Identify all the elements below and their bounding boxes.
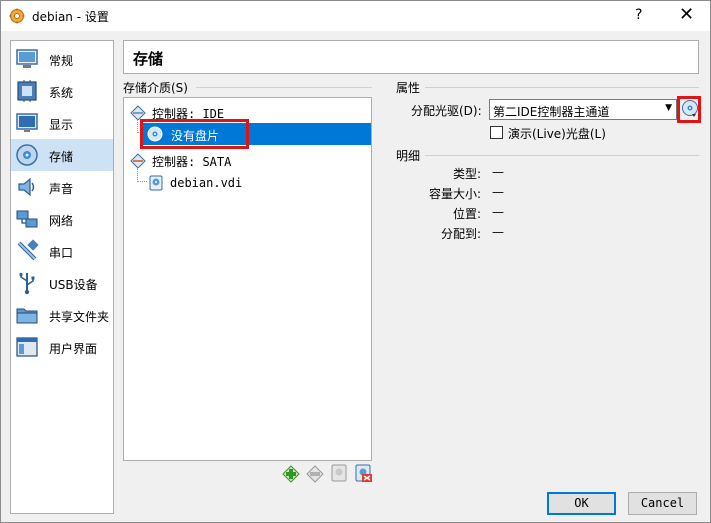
sidebar-item-usb[interactable]: USB设备 [11, 267, 113, 299]
tree-connector [137, 168, 147, 182]
cancel-button[interactable]: Cancel [628, 492, 697, 515]
attributes-section-label: 属性 [396, 81, 421, 95]
page-title: 存储 [133, 50, 164, 68]
tree-item-label: 控制器: SATA [152, 155, 232, 169]
serial-port-icon [17, 239, 39, 261]
general-icon [16, 49, 38, 68]
detail-key: 类型: [452, 167, 481, 181]
storage-tree[interactable]: 控制器: IDE 没有盘片 控制器: SATA debian.vdi [123, 97, 372, 461]
sidebar-item-label: 网络 [49, 214, 74, 228]
detail-value: — [492, 165, 504, 179]
section-divider [196, 87, 372, 88]
page-header: 存储 [123, 40, 699, 74]
help-button[interactable]: ? [635, 7, 642, 23]
sidebar-item-label: 显示 [49, 118, 74, 132]
sidebar-item-label: 声音 [49, 182, 74, 196]
virtualbox-settings-icon [9, 8, 25, 24]
sidebar-item-label: USB设备 [49, 278, 98, 292]
network-icon [16, 210, 38, 228]
hard-disk-icon [149, 175, 163, 191]
detail-value: — [492, 225, 504, 239]
sidebar-item-serial-port[interactable]: 串口 [11, 235, 113, 267]
optical-drive-value: 第二IDE控制器主通道 [493, 105, 610, 119]
user-interface-icon [16, 337, 38, 357]
live-cd-checkbox[interactable] [490, 126, 503, 139]
sidebar-item-label: 常规 [49, 54, 74, 68]
window-title: debian - 设置 [32, 10, 109, 24]
live-cd-label: 演示(Live)光盘(L) [508, 127, 606, 141]
detail-key: 分配到: [440, 227, 481, 241]
drive-label: 分配光驱(D): [411, 104, 482, 118]
ok-button[interactable]: OK [547, 492, 616, 515]
sidebar-item-system[interactable]: 系统 [11, 75, 113, 107]
remove-attachment-icon[interactable] [353, 463, 373, 483]
shared-folder-icon [16, 308, 38, 324]
title-bar: debian - 设置 ? ✕ [1, 1, 710, 31]
display-icon [16, 113, 38, 132]
usb-icon [19, 272, 35, 295]
sidebar-item-network[interactable]: 网络 [11, 203, 113, 235]
add-attachment-icon[interactable] [329, 463, 349, 483]
sidebar-item-user-interface[interactable]: 用户界面 [11, 331, 113, 363]
controller-icon [130, 105, 146, 120]
section-divider [425, 155, 699, 156]
tree-item-debian-vdi[interactable]: debian.vdi [148, 172, 348, 194]
audio-icon [18, 177, 35, 197]
sidebar-item-label: 系统 [49, 86, 74, 100]
details-section-label: 明细 [396, 149, 421, 163]
storage-icon [16, 144, 38, 166]
detail-key: 容量大小: [428, 187, 481, 201]
optical-drive-select[interactable]: 第二IDE控制器主通道 ▼ [489, 99, 677, 120]
section-divider [425, 87, 699, 88]
sidebar-item-audio[interactable]: 声音 [11, 171, 113, 203]
tree-item-sata-controller[interactable]: 控制器: SATA [130, 149, 330, 171]
sidebar-item-label: 共享文件夹 [49, 310, 110, 324]
sidebar-item-display[interactable]: 显示 [11, 107, 113, 139]
sidebar-item-shared-folders[interactable]: 共享文件夹 [11, 299, 113, 331]
add-controller-icon[interactable] [281, 463, 301, 483]
highlight-box [677, 96, 701, 123]
controller-icon [130, 153, 146, 168]
remove-controller-icon[interactable] [305, 463, 325, 483]
sidebar-item-label: 串口 [49, 246, 74, 260]
sidebar-item-label: 存储 [49, 150, 74, 164]
detail-value: — [492, 185, 504, 199]
sidebar-item-storage[interactable]: 存储 [11, 139, 113, 171]
close-button[interactable]: ✕ [679, 4, 694, 25]
system-icon [17, 80, 37, 102]
sidebar-item-general[interactable]: 常规 [11, 43, 113, 75]
detail-value: — [492, 205, 504, 219]
settings-dialog: debian - 设置 ? ✕ 常规 系统 显示 存储 声音 网络 串口 USB… [0, 0, 711, 523]
tree-item-label: debian.vdi [170, 176, 243, 190]
storage-media-label: 存储介质(S) [123, 81, 188, 95]
chevron-down-icon: ▼ [665, 103, 672, 113]
detail-key: 位置: [452, 207, 481, 221]
sidebar-item-label: 用户界面 [49, 342, 98, 356]
highlight-box [140, 119, 249, 149]
settings-sidebar: 常规 系统 显示 存储 声音 网络 串口 USB设备 共享文件夹 用户界面 [10, 40, 114, 514]
